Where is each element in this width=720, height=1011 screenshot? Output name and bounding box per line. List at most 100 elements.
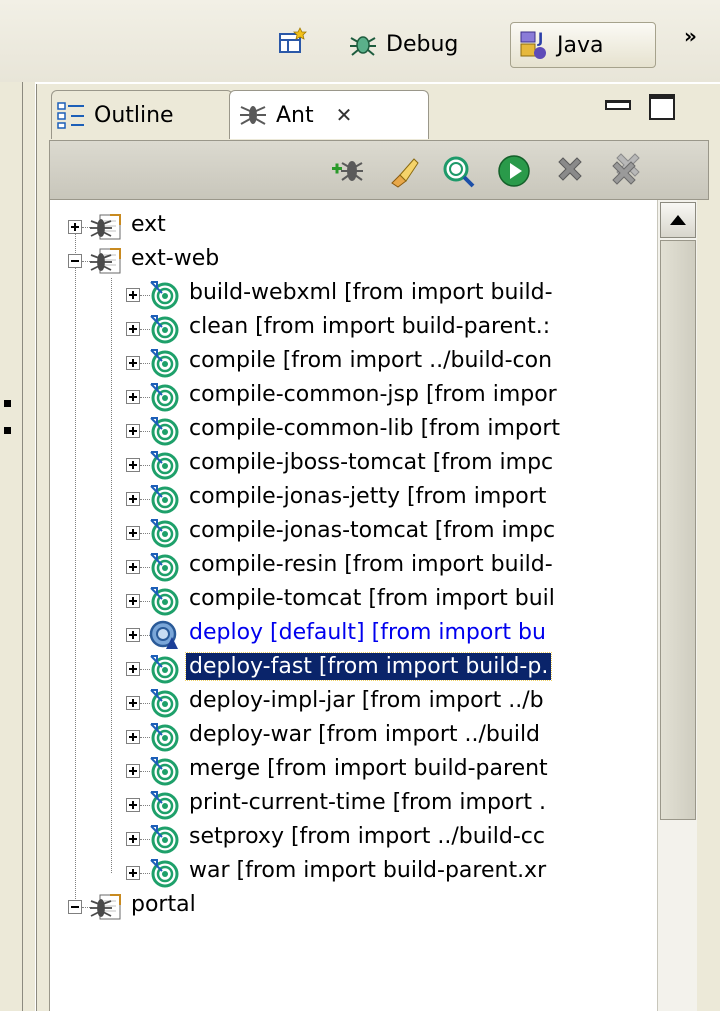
remove-all-icon[interactable] xyxy=(606,151,646,191)
tree-target-node[interactable]: compile-resin [from import build- xyxy=(50,550,658,584)
tree-target-node[interactable]: compile-common-lib [from import xyxy=(50,414,658,448)
tree-node-label: deploy [default] [from import bu xyxy=(189,620,546,645)
expand-plus-icon[interactable] xyxy=(126,458,140,472)
target-icon xyxy=(148,755,180,787)
collapse-minus-icon[interactable] xyxy=(68,254,82,268)
target-icon xyxy=(148,313,180,345)
tab-ant[interactable]: Ant ✕ xyxy=(229,90,429,139)
target-icon xyxy=(148,721,180,753)
tree-node-label: compile-resin [from import build- xyxy=(189,552,553,577)
tree-target-node[interactable]: compile-jonas-jetty [from import xyxy=(50,482,658,516)
java-perspective-icon: J xyxy=(517,28,551,62)
tree-node-label: compile-jonas-jetty [from import xyxy=(189,484,547,509)
panel-right-edge xyxy=(697,200,720,1011)
tree-target-node[interactable]: print-current-time [from import . xyxy=(50,788,658,822)
tree-node-label: merge [from import build-parent xyxy=(189,756,548,781)
expand-plus-icon[interactable] xyxy=(126,390,140,404)
target-icon xyxy=(148,857,180,889)
tree-project-node[interactable]: ext-web xyxy=(50,244,658,278)
expand-plus-icon[interactable] xyxy=(68,220,82,234)
tree-node-label: deploy-fast [from import build-p. xyxy=(184,652,553,681)
expand-plus-icon[interactable] xyxy=(126,594,140,608)
close-icon[interactable]: ✕ xyxy=(336,103,353,127)
outline-icon xyxy=(56,100,86,130)
run-icon[interactable] xyxy=(494,151,534,191)
ant-buildfile-icon xyxy=(90,211,122,243)
collapse-minus-icon[interactable] xyxy=(68,900,82,914)
scroll-thumb[interactable] xyxy=(660,240,696,820)
expand-plus-icon[interactable] xyxy=(126,798,140,812)
java-perspective-label: Java xyxy=(557,32,604,58)
tree-node-label: deploy-impl-jar [from import ../b xyxy=(189,688,544,713)
expand-plus-icon[interactable] xyxy=(126,696,140,710)
target-icon xyxy=(148,789,180,821)
tree-target-node[interactable]: deploy-fast [from import build-p. xyxy=(50,652,658,686)
expand-plus-icon[interactable] xyxy=(126,492,140,506)
expand-plus-icon[interactable] xyxy=(126,866,140,880)
tree-node-label: print-current-time [from import . xyxy=(189,790,547,815)
tree-node-label: compile-tomcat [from import buil xyxy=(189,586,555,611)
java-perspective-button[interactable]: J Java xyxy=(510,22,656,68)
target-icon xyxy=(148,687,180,719)
tree-target-node[interactable]: merge [from import build-parent xyxy=(50,754,658,788)
expand-plus-icon[interactable] xyxy=(126,288,140,302)
tree-target-node[interactable]: compile [from import ../build-con xyxy=(50,346,658,380)
more-perspectives-chevron-icon[interactable]: » xyxy=(684,24,697,48)
expand-plus-icon[interactable] xyxy=(126,832,140,846)
tree-target-node[interactable]: build-webxml [from import build- xyxy=(50,278,658,312)
tree-node-label: compile-jboss-tomcat [from impc xyxy=(189,450,554,475)
view-tab-bar: Outline Ant ✕ xyxy=(37,84,720,140)
tree-project-node[interactable]: ext xyxy=(50,210,658,244)
ant-view-panel: Outline Ant ✕ ext ext-web build-webxml [… xyxy=(36,84,720,1011)
target-icon xyxy=(148,449,180,481)
scroll-up-arrow-icon[interactable] xyxy=(660,202,696,238)
target-icon xyxy=(148,653,180,685)
tree-project-node[interactable]: portal xyxy=(50,890,658,924)
ant-buildfile-icon xyxy=(90,245,122,277)
search-icon[interactable] xyxy=(438,151,478,191)
expand-plus-icon[interactable] xyxy=(126,560,140,574)
tree-target-node[interactable]: compile-tomcat [from import buil xyxy=(50,584,658,618)
target-icon xyxy=(148,381,180,413)
expand-plus-icon[interactable] xyxy=(126,764,140,778)
ant-icon xyxy=(238,100,268,130)
expand-plus-icon[interactable] xyxy=(126,424,140,438)
sash[interactable] xyxy=(23,82,35,1011)
tree-node-label: compile-common-lib [from import xyxy=(189,416,561,441)
expand-plus-icon[interactable] xyxy=(126,628,140,642)
tree-target-node[interactable]: clean [from import build-parent.: xyxy=(50,312,658,346)
maximize-view-icon[interactable] xyxy=(649,94,675,120)
hide-internal-targets-icon[interactable] xyxy=(384,151,424,191)
add-buildfile-icon[interactable] xyxy=(328,151,368,191)
tab-outline[interactable]: Outline xyxy=(51,90,233,139)
debug-perspective-label: Debug xyxy=(386,31,459,57)
target-icon xyxy=(148,415,180,447)
tree-target-node[interactable]: deploy [default] [from import bu xyxy=(50,618,658,652)
tree-target-node[interactable]: compile-common-jsp [from impor xyxy=(50,380,658,414)
tab-ant-label: Ant xyxy=(276,102,314,128)
minimize-view-icon[interactable] xyxy=(605,100,631,110)
tree-target-node[interactable]: compile-jboss-tomcat [from impc xyxy=(50,448,658,482)
tree-target-node[interactable]: deploy-impl-jar [from import ../b xyxy=(50,686,658,720)
expand-plus-icon[interactable] xyxy=(126,526,140,540)
tree-node-label: ext xyxy=(131,212,166,237)
tree-target-node[interactable]: deploy-war [from import ../build xyxy=(50,720,658,754)
tree-node-label: portal xyxy=(131,892,196,917)
tree-node-label: ext-web xyxy=(131,246,220,271)
svg-text:J: J xyxy=(537,31,543,47)
expand-plus-icon[interactable] xyxy=(126,662,140,676)
open-perspective-icon[interactable] xyxy=(278,26,308,56)
tree-node-label: setproxy [from import ../build-cc xyxy=(189,824,545,849)
expand-plus-icon[interactable] xyxy=(126,730,140,744)
expand-plus-icon[interactable] xyxy=(126,356,140,370)
vertical-scrollbar[interactable] xyxy=(657,200,698,1011)
ant-targets-tree[interactable]: ext ext-web build-webxml [from import buil… xyxy=(49,200,658,1011)
expand-plus-icon[interactable] xyxy=(126,322,140,336)
tree-target-node[interactable]: setproxy [from import ../build-cc xyxy=(50,822,658,856)
tree-node-label: compile-jonas-tomcat [from impc xyxy=(189,518,556,543)
tree-target-node[interactable]: compile-jonas-tomcat [from impc xyxy=(50,516,658,550)
target-icon xyxy=(148,347,180,379)
remove-icon[interactable] xyxy=(550,151,590,191)
debug-perspective-button[interactable]: Debug xyxy=(346,22,458,66)
tree-target-node[interactable]: war [from import build-parent.xr xyxy=(50,856,658,890)
